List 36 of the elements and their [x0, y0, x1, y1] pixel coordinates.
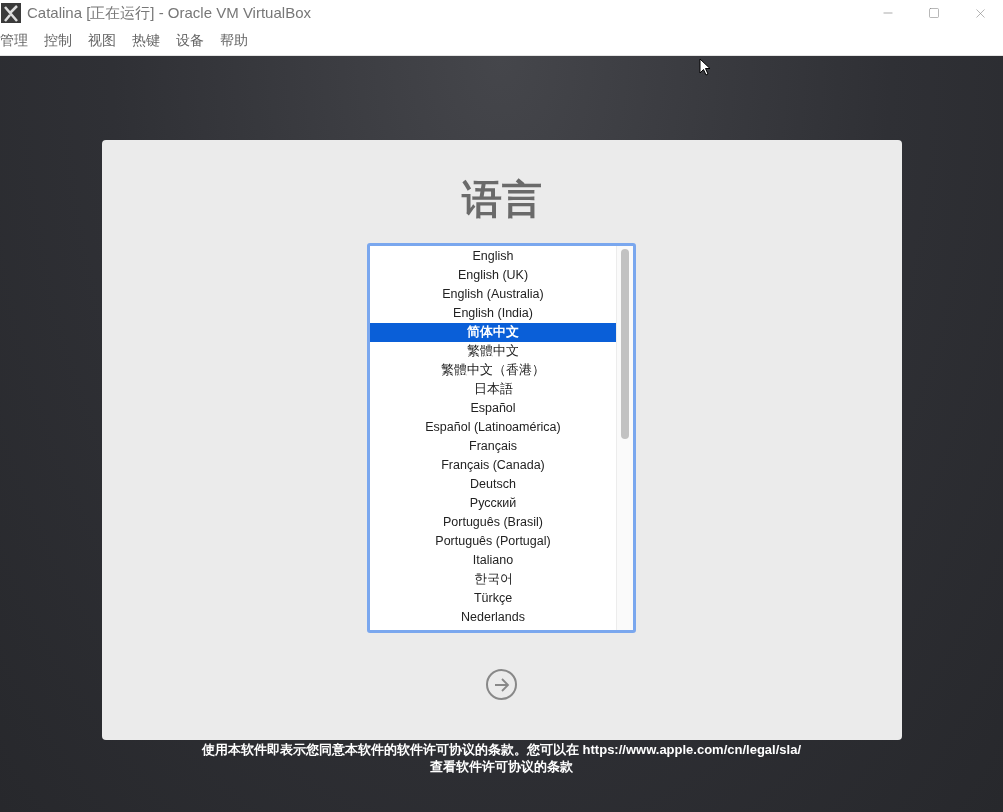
- maximize-icon: [928, 7, 940, 19]
- menu-item[interactable]: 管理: [0, 30, 28, 51]
- language-option[interactable]: 日本語: [370, 380, 616, 399]
- language-option[interactable]: Español: [370, 399, 616, 418]
- mouse-pointer-icon: [699, 58, 711, 76]
- language-option[interactable]: 简体中文: [370, 323, 616, 342]
- language-option[interactable]: English: [370, 247, 616, 266]
- language-option[interactable]: English (Australia): [370, 285, 616, 304]
- language-option[interactable]: English (UK): [370, 266, 616, 285]
- language-option[interactable]: Italiano: [370, 551, 616, 570]
- language-option[interactable]: Русский: [370, 494, 616, 513]
- window-title: Catalina [正在运行] - Oracle VM VirtualBox: [27, 2, 311, 23]
- language-option[interactable]: Português (Portugal): [370, 532, 616, 551]
- menu-item[interactable]: 控制: [44, 30, 72, 51]
- language-option[interactable]: Nederlands: [370, 608, 616, 627]
- menu-item[interactable]: 帮助: [220, 30, 248, 51]
- menu-item[interactable]: 视图: [88, 30, 116, 51]
- continue-button[interactable]: [486, 669, 517, 700]
- scrollbar[interactable]: [616, 246, 633, 630]
- license-notice: 使用本软件即表示您同意本软件的软件许可协议的条款。您可以在 https://www.apple.com/cn/legal/sla/: [202, 741, 801, 758]
- menu-item[interactable]: 热键: [132, 30, 160, 51]
- language-option[interactable]: Français: [370, 437, 616, 456]
- language-option[interactable]: Türkçe: [370, 589, 616, 608]
- license-notice: 查看软件许可协议的条款: [430, 758, 573, 775]
- language-option[interactable]: Português (Brasil): [370, 513, 616, 532]
- language-option[interactable]: 한국어: [370, 570, 616, 589]
- language-option[interactable]: 繁體中文（香港）: [370, 361, 616, 380]
- arrow-right-icon: [493, 677, 510, 692]
- language-heading: 语言: [461, 176, 542, 223]
- app-logo-icon: [1, 3, 21, 23]
- language-option[interactable]: 繁體中文: [370, 342, 616, 361]
- menu-item[interactable]: 设备: [176, 30, 204, 51]
- language-option[interactable]: Français (Canada): [370, 456, 616, 475]
- language-option[interactable]: Deutsch: [370, 475, 616, 494]
- language-option[interactable]: Español (Latinoamérica): [370, 418, 616, 437]
- language-option[interactable]: English (India): [370, 304, 616, 323]
